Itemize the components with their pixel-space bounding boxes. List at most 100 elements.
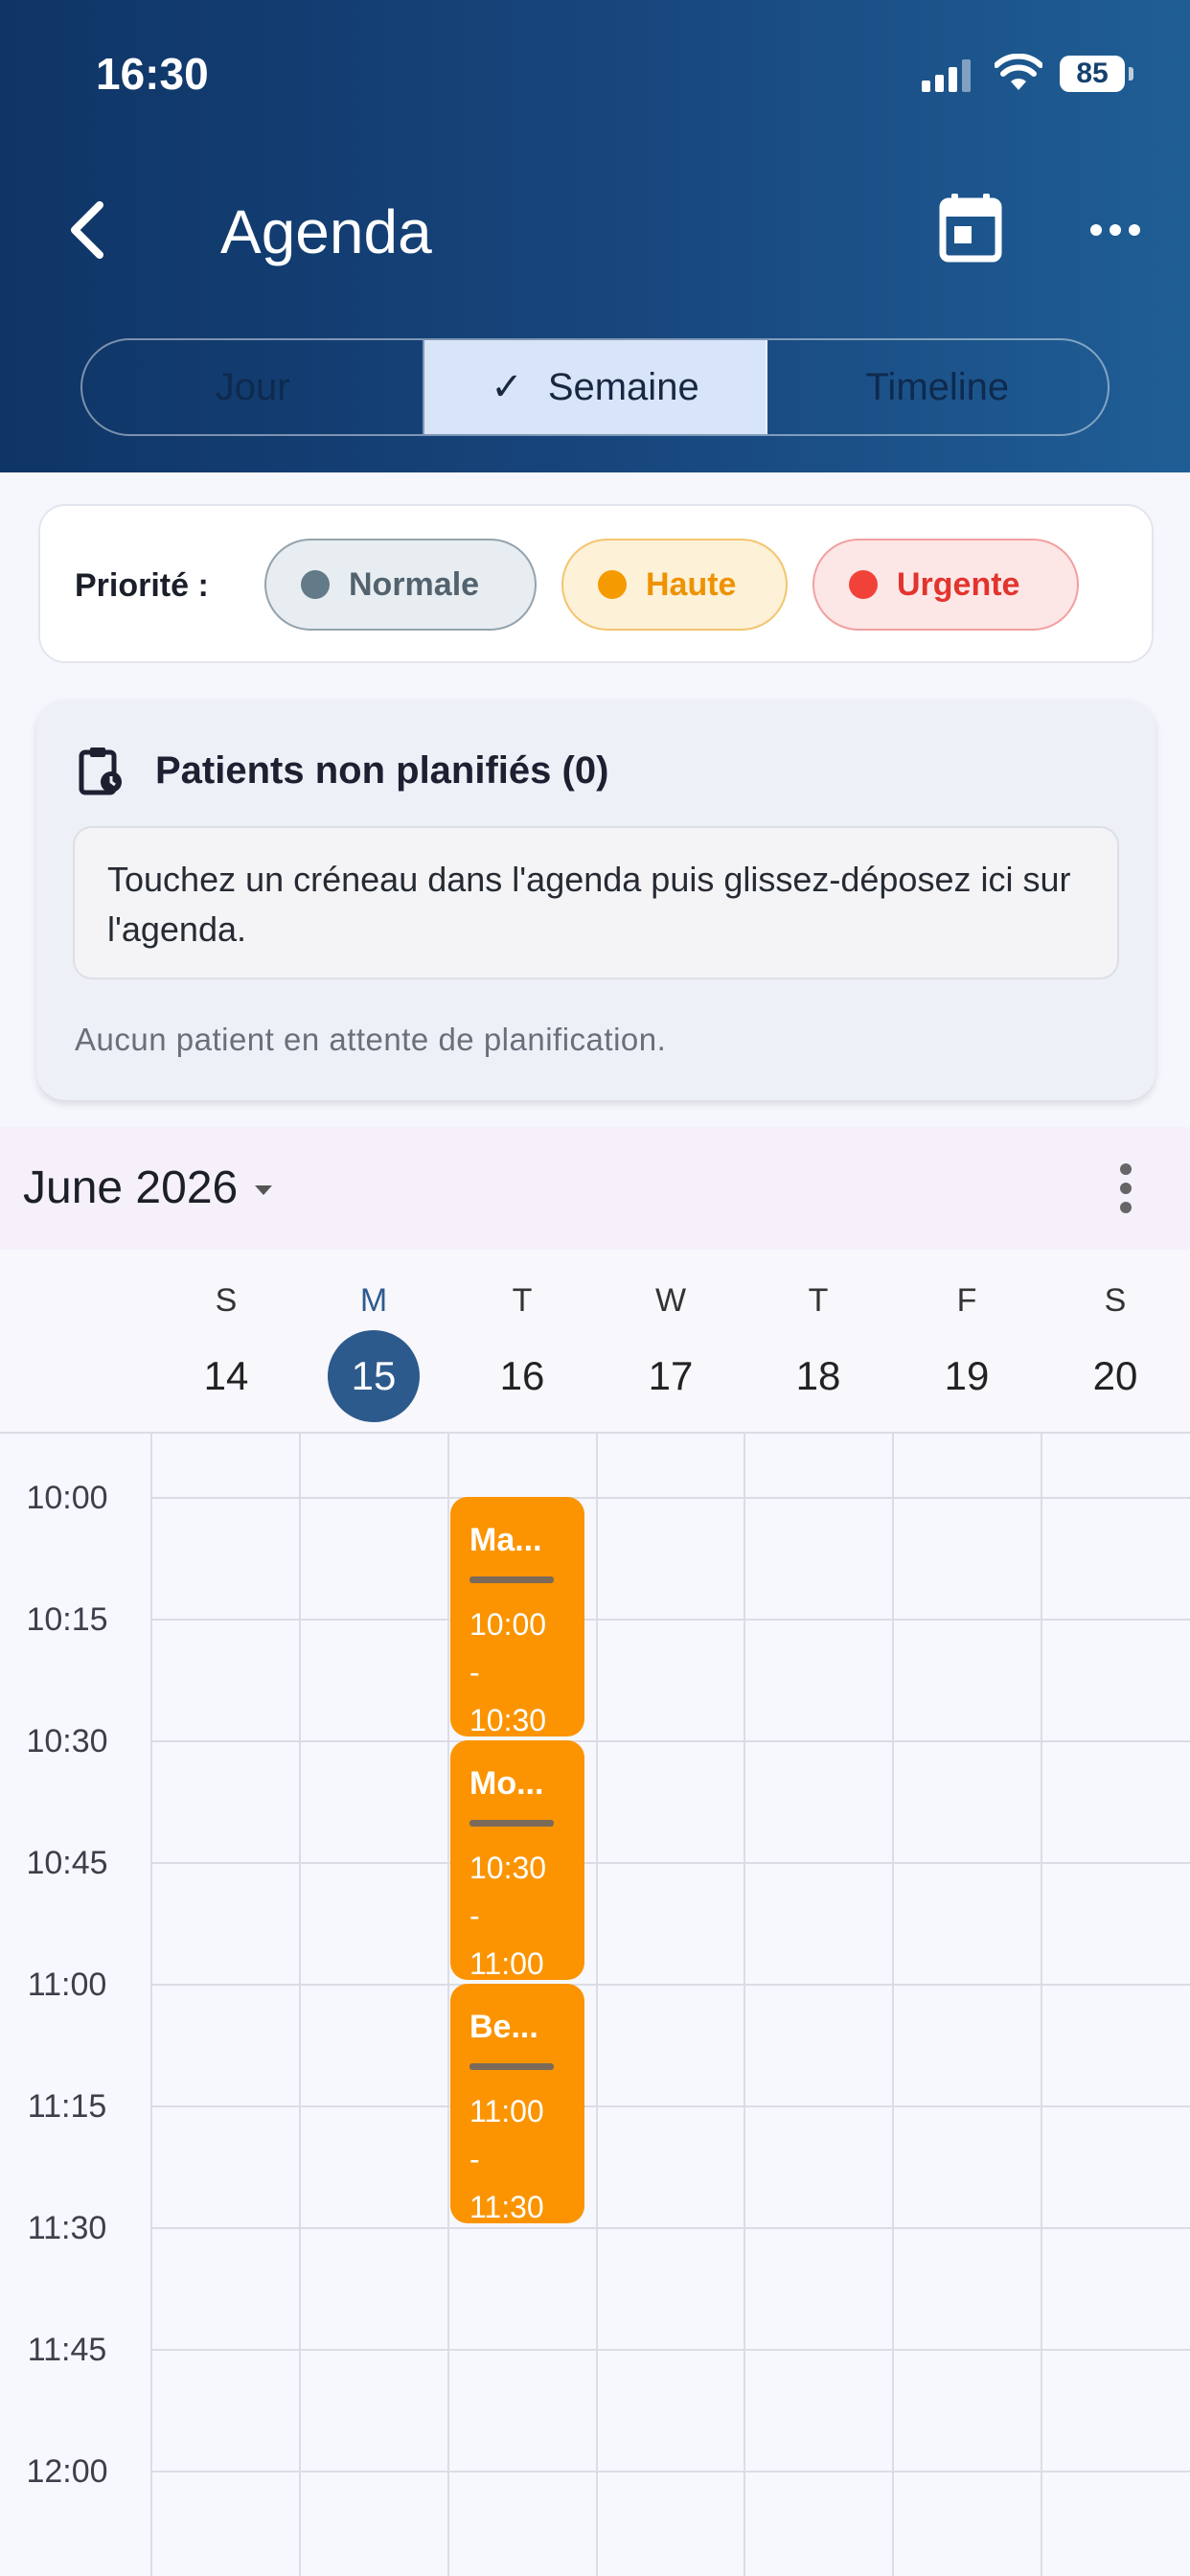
day-number: 15 <box>328 1330 420 1422</box>
day-number: 16 <box>499 1353 545 1398</box>
calendar-menu-icon[interactable] <box>1111 1160 1140 1217</box>
appointment-event[interactable]: Mo... 10:30 - 11:00 <box>450 1740 584 1980</box>
priority-label: Priorité : <box>75 567 209 604</box>
time-label: 10:15 <box>26 1601 108 1638</box>
day-header[interactable]: F 19 <box>893 1250 1041 1434</box>
battery-tip <box>1129 67 1133 80</box>
priority-chip-haute[interactable]: Haute <box>561 539 788 631</box>
week-header: S 14 M 15 T 16 W 17 T 18 F 19 S 20 <box>0 1250 1190 1434</box>
day-number: 18 <box>795 1353 841 1398</box>
unplanned-title: Patients non planifiés (0) <box>155 749 609 792</box>
day-number: 14 <box>203 1353 249 1398</box>
more-options-icon[interactable] <box>1085 203 1146 255</box>
time-label: 10:45 <box>26 1845 108 1881</box>
back-button[interactable] <box>57 192 115 268</box>
hour-line <box>151 1619 1190 1621</box>
calendar-icon[interactable] <box>937 192 1004 264</box>
column-divider <box>150 1434 152 2576</box>
calendar-month-bar: June 2026 <box>0 1127 1190 1250</box>
tab-label: Timeline <box>865 365 1010 408</box>
hour-line <box>151 1740 1190 1742</box>
event-end: 10:30 <box>469 1703 547 1736</box>
event-name: Mo... <box>469 1765 544 1802</box>
appointment-event[interactable]: Be... 11:00 - 11:30 <box>450 1984 584 2223</box>
event-end: 11:00 <box>469 1946 544 1980</box>
urgent-dot-icon <box>849 570 878 599</box>
day-letter: S <box>215 1282 238 1319</box>
day-header[interactable]: S 14 <box>152 1250 300 1434</box>
day-header-today[interactable]: M 15 <box>300 1250 447 1434</box>
event-time: 11:00 - 11:30 <box>469 2087 565 2223</box>
time-label: 11:15 <box>27 2088 107 2125</box>
empty-state-text: Aucun patient en attente de planificatio… <box>75 1022 667 1057</box>
event-separator: - <box>469 2142 480 2176</box>
page-title: Agenda <box>220 197 432 266</box>
priority-chip-normale[interactable]: Normale <box>264 539 537 631</box>
event-divider <box>469 1820 554 1827</box>
hour-line <box>151 2349 1190 2351</box>
day-number: 20 <box>1092 1353 1138 1398</box>
hour-line <box>151 1862 1190 1864</box>
day-letter: W <box>654 1282 687 1319</box>
week-time-grid[interactable]: 10:00 10:15 10:30 10:45 11:00 11:15 11:3… <box>0 1434 1190 2576</box>
column-divider <box>299 1434 301 2576</box>
column-divider <box>447 1434 449 2576</box>
hour-line <box>151 2471 1190 2472</box>
event-start: 11:00 <box>469 2094 544 2128</box>
status-time: 16:30 <box>96 49 209 99</box>
event-divider <box>469 1576 554 1583</box>
check-icon: ✓ <box>491 366 523 408</box>
tab-jour[interactable]: Jour <box>82 340 425 434</box>
time-label: 11:30 <box>27 2210 107 2246</box>
tab-label: Jour <box>215 365 290 408</box>
event-time: 10:00 - 10:30 <box>469 1600 565 1736</box>
drop-zone-hint[interactable]: Touchez un créneau dans l'agenda puis gl… <box>73 826 1119 979</box>
cellular-signal-icon <box>922 59 972 92</box>
event-time: 10:30 - 11:00 <box>469 1844 565 1980</box>
day-header[interactable]: S 20 <box>1041 1250 1189 1434</box>
time-label: 12:00 <box>26 2453 108 2490</box>
time-label: 11:45 <box>27 2332 107 2368</box>
status-bar: 16:30 85 <box>0 0 1190 144</box>
time-label: 11:00 <box>27 1966 107 2003</box>
event-name: Ma... <box>469 1522 542 1558</box>
battery-icon: 85 <box>1060 56 1125 92</box>
day-letter: M <box>359 1282 388 1319</box>
column-divider <box>1041 1434 1042 2576</box>
month-label: June 2026 <box>23 1162 239 1213</box>
hour-line <box>151 2105 1190 2107</box>
event-name: Be... <box>469 2009 538 2045</box>
day-letter: S <box>1104 1282 1127 1319</box>
clipboard-clock-icon <box>79 748 122 795</box>
view-switcher: Jour ✓ Semaine Timeline <box>80 338 1110 436</box>
unplanned-patients-panel[interactable]: Patients non planifiés (0) Touchez un cr… <box>36 700 1156 1100</box>
priority-filter-card: Priorité : Normale Haute Urgente <box>38 504 1154 663</box>
chip-label: Normale <box>349 565 480 603</box>
caret-down-icon <box>255 1185 273 1196</box>
day-number: 17 <box>648 1353 694 1398</box>
tab-semaine[interactable]: ✓ Semaine <box>424 340 767 434</box>
day-letter: F <box>956 1282 977 1319</box>
event-end: 11:30 <box>469 2190 544 2223</box>
time-label: 10:30 <box>26 1723 108 1760</box>
appointment-event[interactable]: Ma... 10:00 - 10:30 <box>450 1497 584 1736</box>
event-separator: - <box>469 1655 480 1690</box>
event-divider <box>469 2063 554 2070</box>
column-divider <box>596 1434 598 2576</box>
month-selector[interactable]: June 2026 <box>23 1162 273 1214</box>
normal-dot-icon <box>301 570 330 599</box>
day-header[interactable]: T 16 <box>448 1250 596 1434</box>
wifi-icon <box>995 54 1042 90</box>
event-start: 10:00 <box>469 1607 547 1642</box>
tab-timeline[interactable]: Timeline <box>767 340 1108 434</box>
day-header[interactable]: T 18 <box>744 1250 892 1434</box>
day-number: 19 <box>944 1353 990 1398</box>
day-header[interactable]: W 17 <box>597 1250 744 1434</box>
day-letter: T <box>512 1282 533 1319</box>
event-separator: - <box>469 1898 480 1933</box>
column-divider <box>744 1434 745 2576</box>
time-label: 10:00 <box>26 1480 108 1516</box>
tab-label: Semaine <box>547 365 699 408</box>
priority-chip-urgente[interactable]: Urgente <box>812 539 1079 631</box>
chip-label: Urgente <box>897 565 1020 603</box>
